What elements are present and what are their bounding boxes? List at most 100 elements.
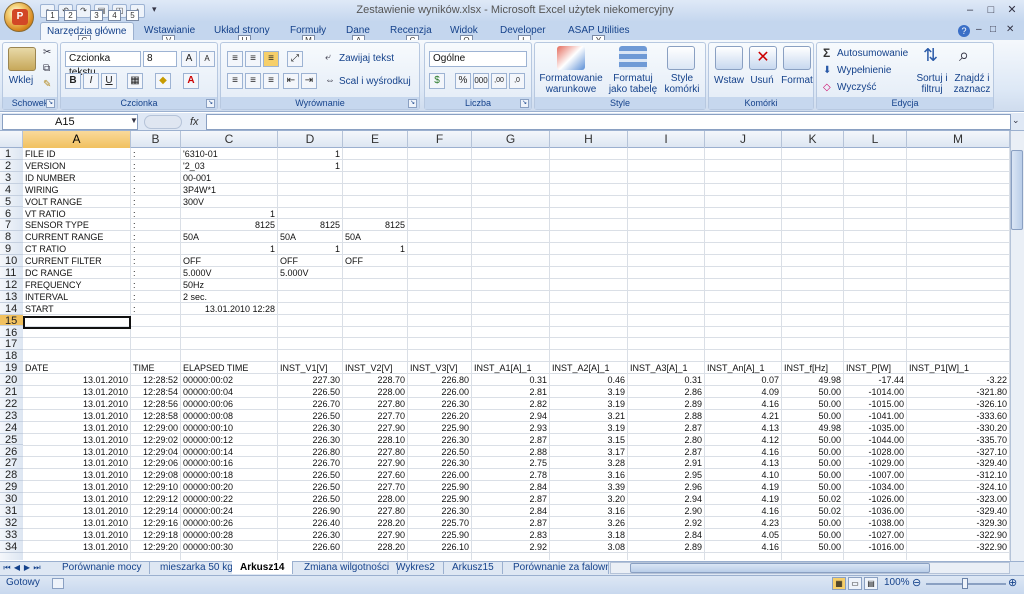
table-data-cell[interactable]: -321.80 [907,386,1009,398]
ribbon-minimize-button[interactable]: – [976,24,982,35]
table-data-cell[interactable]: -1036.00 [844,505,906,517]
row-header-33[interactable]: 33 [0,529,23,541]
cell-meta[interactable]: 300V [181,196,277,208]
cell-meta[interactable]: : [131,196,180,208]
table-data-cell[interactable]: 2.96 [628,481,704,493]
cell-meta[interactable]: VERSION [23,160,130,172]
cell-meta[interactable]: FREQUENCY [23,279,130,291]
table-data-cell[interactable]: 00000:00:12 [181,434,277,446]
table-data-cell[interactable]: 4.12 [705,434,781,446]
row-header-28[interactable]: 28 [0,469,23,482]
table-data-cell[interactable]: 226.90 [278,505,342,517]
table-header-cell[interactable]: INST_A2[A]_1 [550,362,627,374]
table-data-cell[interactable]: 228.00 [343,493,407,505]
italic-button[interactable]: I [83,73,99,89]
column-header-m[interactable]: M [907,131,1010,148]
cell-meta[interactable]: 8125 [343,219,407,231]
table-data-cell[interactable]: 13.01.2010 [23,469,130,481]
table-data-cell[interactable]: -329.40 [907,505,1009,517]
table-data-cell[interactable]: 227.60 [343,469,407,481]
table-data-cell[interactable]: 225.90 [408,493,471,505]
table-data-cell[interactable]: -327.10 [907,446,1009,458]
table-data-cell[interactable]: -1035.00 [844,422,906,434]
table-data-cell[interactable]: -335.70 [907,434,1009,446]
table-data-cell[interactable]: 4.16 [705,446,781,458]
table-data-cell[interactable]: 226.50 [278,410,342,422]
table-data-cell[interactable]: 00000:00:26 [181,517,277,529]
table-data-cell[interactable]: 2.90 [628,505,704,517]
table-data-cell[interactable]: 227.70 [343,481,407,493]
cell-meta[interactable]: : [131,208,180,220]
table-data-cell[interactable]: 13.01.2010 [23,386,130,398]
cell-meta[interactable]: 50Hz [181,279,277,291]
table-data-cell[interactable]: -312.10 [907,469,1009,481]
decrease-decimal-button[interactable]: ,0 [509,73,525,89]
cell-meta[interactable]: SENSOR TYPE [23,219,130,231]
table-data-cell[interactable]: 13.01.2010 [23,493,130,505]
cell-meta[interactable]: : [131,172,180,184]
align-center-icon[interactable]: ≡ [245,73,261,89]
autosum-button[interactable]: Autosumowanie [837,48,908,60]
fill-color-icon[interactable]: ◆ [155,73,171,89]
conditional-format-button[interactable]: Formatowanie warunkowe [537,73,605,95]
zoom-out-icon[interactable]: ⊖ [912,576,921,589]
table-data-cell[interactable]: 226.50 [278,481,342,493]
column-header-h[interactable]: H [550,131,628,148]
table-data-cell[interactable]: 49.98 [782,422,843,434]
table-data-cell[interactable]: 12:29:20 [131,541,180,553]
cell-meta[interactable]: 50A [278,231,342,243]
row-header-24[interactable]: 24 [0,422,23,434]
cell-meta[interactable]: : [131,231,180,243]
table-data-cell[interactable]: 13.01.2010 [23,446,130,458]
table-data-cell[interactable]: 226.30 [408,398,471,410]
increase-indent-icon[interactable]: ⇥ [301,73,317,89]
table-data-cell[interactable]: 226.50 [408,446,471,458]
table-data-cell[interactable]: 2.92 [628,517,704,529]
sheet-tab-porownanie-falownik[interactable]: Porównanie za falownik [505,561,609,574]
row-header-21[interactable]: 21 [0,386,23,398]
row-header-12[interactable]: 12 [0,279,23,291]
table-data-cell[interactable]: 4.23 [705,517,781,529]
font-size-select[interactable]: 8 [143,51,177,67]
table-data-cell[interactable]: -1041.00 [844,410,906,422]
cell-styles-button[interactable]: Style komórki [659,73,705,95]
table-data-cell[interactable]: 00000:00:30 [181,541,277,553]
table-data-cell[interactable]: 13.01.2010 [23,410,130,422]
table-data-cell[interactable]: -324.10 [907,481,1009,493]
cell-meta[interactable]: : [131,160,180,172]
formula-input[interactable] [206,114,1011,130]
cell-meta[interactable]: DC RANGE [23,267,130,279]
font-name-select[interactable]: Czcionka tekstu [65,51,141,78]
macro-record-icon[interactable] [52,578,64,589]
insert-function-button[interactable]: fx [190,116,199,128]
table-data-cell[interactable]: 4.19 [705,493,781,505]
table-data-cell[interactable]: 2.80 [628,434,704,446]
table-data-cell[interactable]: 227.80 [343,446,407,458]
table-header-cell[interactable]: INST_A3[A]_1 [628,362,704,374]
cell-meta[interactable]: 3P4W*1 [181,184,277,196]
row-header-9[interactable]: 9 [0,243,23,256]
table-data-cell[interactable]: 3.08 [550,541,627,553]
table-data-cell[interactable]: 226.50 [278,493,342,505]
percent-button[interactable]: % [455,73,471,89]
table-data-cell[interactable]: 228.00 [343,386,407,398]
table-data-cell[interactable]: 2.78 [472,469,549,481]
table-data-cell[interactable]: 3.18 [550,529,627,541]
table-data-cell[interactable]: 227.80 [343,505,407,517]
table-data-cell[interactable]: 00000:00:08 [181,410,277,422]
table-data-cell[interactable]: 50.00 [782,481,843,493]
table-data-cell[interactable]: 50.00 [782,410,843,422]
column-header-g[interactable]: G [472,131,550,148]
cell-meta[interactable]: : [131,148,180,160]
table-data-cell[interactable]: 50.00 [782,398,843,410]
alignment-launcher-icon[interactable]: ↘ [408,99,417,108]
grow-font-icon[interactable]: A [181,51,197,67]
table-data-cell[interactable]: -1026.00 [844,493,906,505]
cell-meta[interactable]: OFF [343,255,407,267]
table-data-cell[interactable]: 3.19 [550,422,627,434]
format-as-table-button[interactable]: Formatuj jako tabelę [603,73,663,95]
fill-button[interactable]: Wypełnienie [837,65,891,77]
format-as-table-icon[interactable] [619,46,647,70]
align-middle-icon[interactable]: ≡ [245,51,261,67]
table-data-cell[interactable]: 226.20 [408,410,471,422]
